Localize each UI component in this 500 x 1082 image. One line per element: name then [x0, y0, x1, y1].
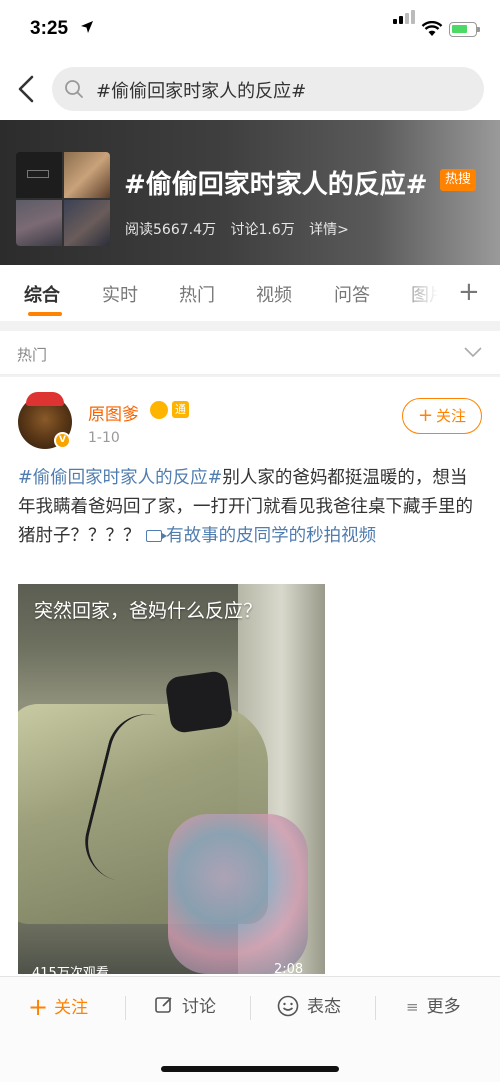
hot-search-badge: 热搜: [440, 169, 477, 191]
tab-bar: 综合 实时 热门 视频 问答 图片 +: [0, 265, 500, 321]
post-hashtag[interactable]: #偷偷回家时家人的反应#: [18, 468, 222, 488]
follow-topic-button[interactable]: + 关注: [28, 994, 88, 1020]
top-nav: #偷偷回家时家人的反应#: [0, 58, 500, 120]
video-views: 415万次观看: [32, 966, 109, 974]
post-date: 1-10: [88, 430, 120, 446]
thumbnail-1: [16, 152, 62, 198]
tab-comprehensive[interactable]: 综合: [24, 281, 60, 307]
video-duration: 2:08: [274, 962, 304, 974]
plus-icon: +: [417, 405, 434, 426]
topic-stats: 阅读5667.4万 讨论1.6万 详情>: [125, 219, 359, 239]
search-icon: [65, 80, 83, 98]
menu-icon: ≡: [406, 998, 419, 1016]
video-thumbnail[interactable]: 突然回家，爸妈什么反应？ 415万次观看 2:08: [18, 584, 325, 974]
video-caption: 突然回家，爸妈什么反应？: [34, 600, 263, 622]
chevron-down-icon[interactable]: [464, 346, 482, 358]
add-tab-icon[interactable]: +: [458, 277, 480, 307]
home-indicator: [161, 1066, 339, 1072]
member-crown-icon: [150, 401, 168, 419]
discussion-count: 讨论1.6万: [230, 222, 295, 238]
tab-video[interactable]: 视频: [256, 281, 292, 307]
tab-popular[interactable]: 热门: [179, 281, 215, 307]
details-link[interactable]: 详情>: [309, 222, 349, 238]
bottom-action-bar: + 关注 讨论 表态 ≡ 更多: [0, 976, 500, 1082]
topic-banner: #偷偷回家时家人的反应# 热搜 阅读5667.4万 讨论1.6万 详情>: [0, 120, 500, 265]
section-title: 热门: [17, 346, 48, 364]
more-button[interactable]: ≡ 更多: [406, 994, 461, 1020]
topic-thumbnail-grid[interactable]: [16, 152, 110, 246]
back-arrow-icon[interactable]: [12, 72, 42, 106]
weibo-post: V 原图爹 通 1-10 + 关注 #偷偷回家时家人的反应#别人家的爸妈都挺温暖的…: [0, 377, 500, 977]
plus-icon: +: [28, 993, 49, 1021]
badge-icon: 通: [172, 401, 189, 418]
battery-icon: [449, 22, 480, 37]
read-count: 阅读5667.4万: [125, 222, 216, 238]
thumbnail-2: [64, 152, 110, 198]
search-query: #偷偷回家时家人的反应#: [96, 81, 307, 102]
edit-icon: [155, 997, 172, 1013]
emote-button[interactable]: 表态: [277, 994, 341, 1020]
tab-qa[interactable]: 问答: [334, 281, 370, 307]
tab-realtime[interactable]: 实时: [102, 281, 138, 307]
smiley-icon: [277, 995, 299, 1017]
status-bar: 3:25: [0, 0, 500, 58]
topic-title: #偷偷回家时家人的反应#: [124, 170, 428, 200]
wifi-icon: [421, 21, 443, 36]
thumbnail-4: [64, 200, 110, 246]
section-header: 热门: [0, 331, 500, 375]
discuss-button[interactable]: 讨论: [154, 994, 216, 1020]
status-time: 3:25: [30, 18, 69, 39]
video-link[interactable]: 有故事的皮同学的秒拍视频: [146, 526, 376, 546]
thumbnail-3: [16, 200, 62, 246]
avatar[interactable]: V: [18, 392, 72, 449]
location-arrow-icon: [81, 21, 93, 33]
video-icon: [146, 530, 168, 542]
follow-button[interactable]: + 关注: [402, 398, 482, 434]
verified-badge-icon: V: [54, 432, 71, 449]
author-name[interactable]: 原图爹: [88, 400, 139, 425]
search-input[interactable]: #偷偷回家时家人的反应#: [52, 67, 484, 111]
active-tab-indicator: [28, 312, 62, 316]
post-text: #偷偷回家时家人的反应#别人家的爸妈都挺温暖的，想当年我瞒着爸妈回了家，一打开门…: [18, 464, 484, 551]
